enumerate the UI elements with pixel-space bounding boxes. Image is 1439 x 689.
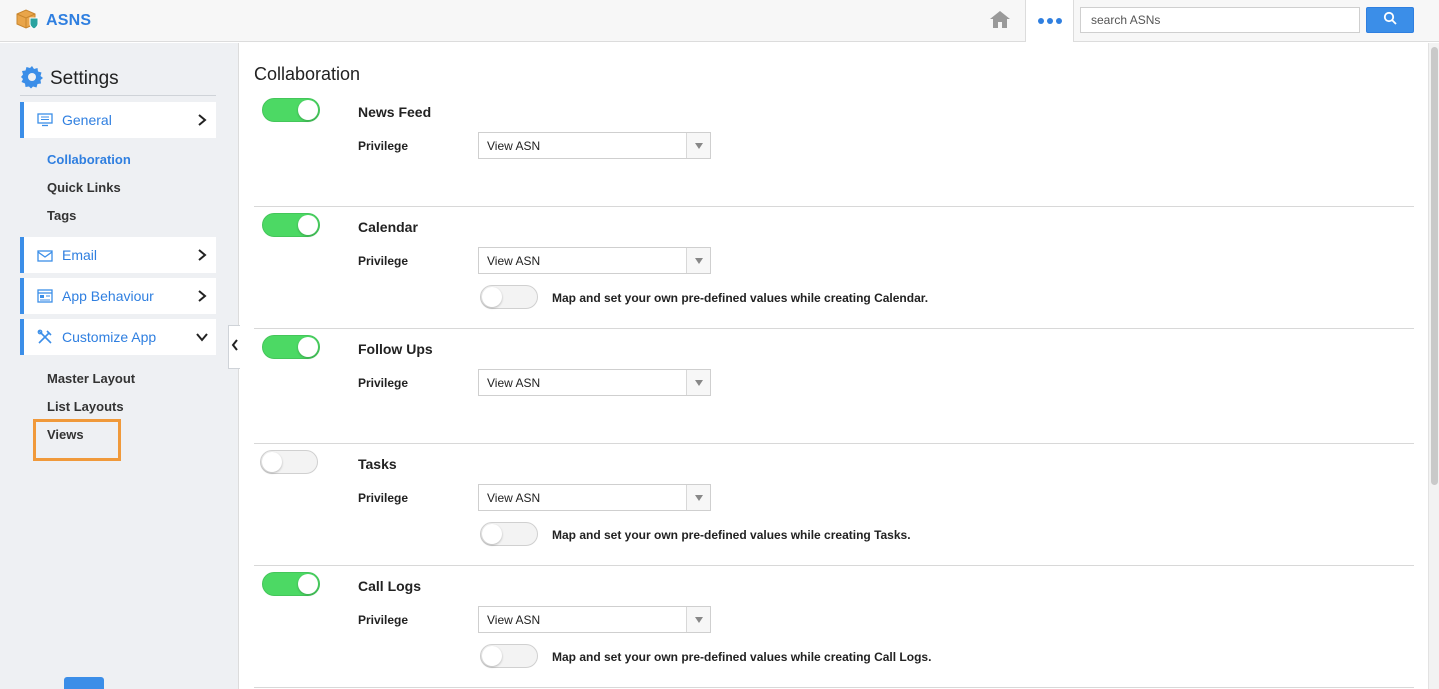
- call-logs-privilege-select[interactable]: View ASN: [478, 606, 711, 633]
- sidebar-group-label: Customize App: [62, 329, 157, 345]
- settings-header: Settings: [20, 63, 216, 96]
- section-news-feed: News Feed Privilege View ASN: [254, 89, 1414, 207]
- section-title: Follow Ups: [358, 341, 433, 357]
- follow-ups-privilege-select[interactable]: View ASN: [478, 369, 711, 396]
- privilege-label: Privilege: [358, 139, 409, 153]
- sidebar-group-app-behaviour[interactable]: App Behaviour: [20, 278, 216, 314]
- caret-down-icon: [686, 607, 710, 632]
- monitor-icon: [36, 111, 54, 129]
- sidebar-item-list-layouts[interactable]: List Layouts: [47, 399, 124, 414]
- sidebar-group-label: App Behaviour: [62, 288, 154, 304]
- caret-down-icon: [686, 133, 710, 158]
- call-logs-toggle[interactable]: [262, 572, 320, 596]
- map-values-text: Map and set your own pre-defined values …: [552, 650, 932, 664]
- views-highlight-box: [33, 419, 121, 461]
- section-call-logs: Call Logs Privilege View ASN Map and set…: [254, 566, 1414, 688]
- settings-title: Settings: [50, 68, 119, 89]
- more-button[interactable]: [1025, 0, 1074, 42]
- chevron-left-icon: [231, 338, 239, 356]
- chevron-right-icon: [192, 286, 212, 306]
- search-input[interactable]: [1080, 7, 1360, 33]
- sidebar-group-general[interactable]: General: [20, 102, 216, 138]
- tools-icon: [36, 328, 54, 346]
- call-logs-map-values-toggle[interactable]: [480, 644, 538, 668]
- privilege-value: View ASN: [487, 490, 541, 505]
- main-content: Collaboration News Feed Privilege View A…: [240, 43, 1426, 689]
- envelope-icon: [36, 246, 54, 264]
- calendar-privilege-select[interactable]: View ASN: [478, 247, 711, 274]
- chevron-right-icon: [192, 110, 212, 130]
- privilege-value: View ASN: [487, 253, 541, 268]
- sidebar-item-quick-links[interactable]: Quick Links: [47, 180, 121, 195]
- gear-icon: [20, 65, 44, 94]
- home-button[interactable]: [986, 8, 1014, 34]
- main-scrollbar[interactable]: [1428, 43, 1439, 689]
- privilege-label: Privilege: [358, 254, 409, 268]
- search-icon: [1383, 11, 1397, 30]
- section-follow-ups: Follow Ups Privilege View ASN: [254, 329, 1414, 444]
- help-chip[interactable]: [64, 677, 104, 689]
- scrollbar-thumb[interactable]: [1431, 47, 1438, 485]
- privilege-value: View ASN: [487, 612, 541, 627]
- caret-down-icon: [686, 248, 710, 273]
- privilege-value: View ASN: [487, 375, 541, 390]
- sidebar-item-tags[interactable]: Tags: [47, 208, 76, 223]
- calendar-map-values-toggle[interactable]: [480, 285, 538, 309]
- window-icon: [36, 287, 54, 305]
- tasks-toggle[interactable]: [260, 450, 318, 474]
- tasks-privilege-select[interactable]: View ASN: [478, 484, 711, 511]
- news-feed-privilege-select[interactable]: View ASN: [478, 132, 711, 159]
- map-values-text: Map and set your own pre-defined values …: [552, 528, 911, 542]
- page-title: Collaboration: [254, 64, 361, 84]
- tasks-map-values-toggle[interactable]: [480, 522, 538, 546]
- more-dots-icon: [1037, 18, 1044, 24]
- app-name: ASNS: [46, 12, 92, 29]
- sidebar-collapse-button[interactable]: [228, 325, 240, 369]
- section-calendar: Calendar Privilege View ASN Map and set …: [254, 207, 1414, 329]
- section-tasks: Tasks Privilege View ASN Map and set you…: [254, 444, 1414, 566]
- section-title: Calendar: [358, 219, 418, 235]
- section-title: Call Logs: [358, 578, 422, 594]
- section-title: News Feed: [358, 104, 432, 120]
- home-icon: [989, 9, 1011, 34]
- caret-down-icon: [686, 485, 710, 510]
- sidebar-group-label: Email: [62, 247, 98, 263]
- box-shield-icon: [14, 7, 40, 36]
- search-button[interactable]: [1366, 7, 1414, 33]
- privilege-value: View ASN: [487, 138, 541, 153]
- brand-logo[interactable]: ASNS: [14, 8, 91, 34]
- top-bar: ASNS: [0, 0, 1439, 42]
- sidebar-item-master-layout[interactable]: Master Layout: [47, 371, 135, 386]
- caret-down-icon: [686, 370, 710, 395]
- follow-ups-toggle[interactable]: [262, 335, 320, 359]
- sidebar-group-customize-app[interactable]: Customize App: [20, 319, 216, 355]
- calendar-toggle[interactable]: [262, 213, 320, 237]
- sidebar-group-label: General: [62, 112, 112, 128]
- privilege-label: Privilege: [358, 613, 409, 627]
- privilege-label: Privilege: [358, 491, 409, 505]
- privilege-label: Privilege: [358, 376, 409, 390]
- settings-sidebar: Settings General Collaboration Quick Lin…: [0, 43, 239, 689]
- sidebar-item-collaboration[interactable]: Collaboration: [47, 152, 131, 167]
- news-feed-toggle[interactable]: [262, 98, 320, 122]
- chevron-down-icon: [192, 327, 212, 347]
- section-title: Tasks: [358, 456, 397, 472]
- map-values-text: Map and set your own pre-defined values …: [552, 291, 929, 305]
- chevron-right-icon: [192, 245, 212, 265]
- sidebar-group-email[interactable]: Email: [20, 237, 216, 273]
